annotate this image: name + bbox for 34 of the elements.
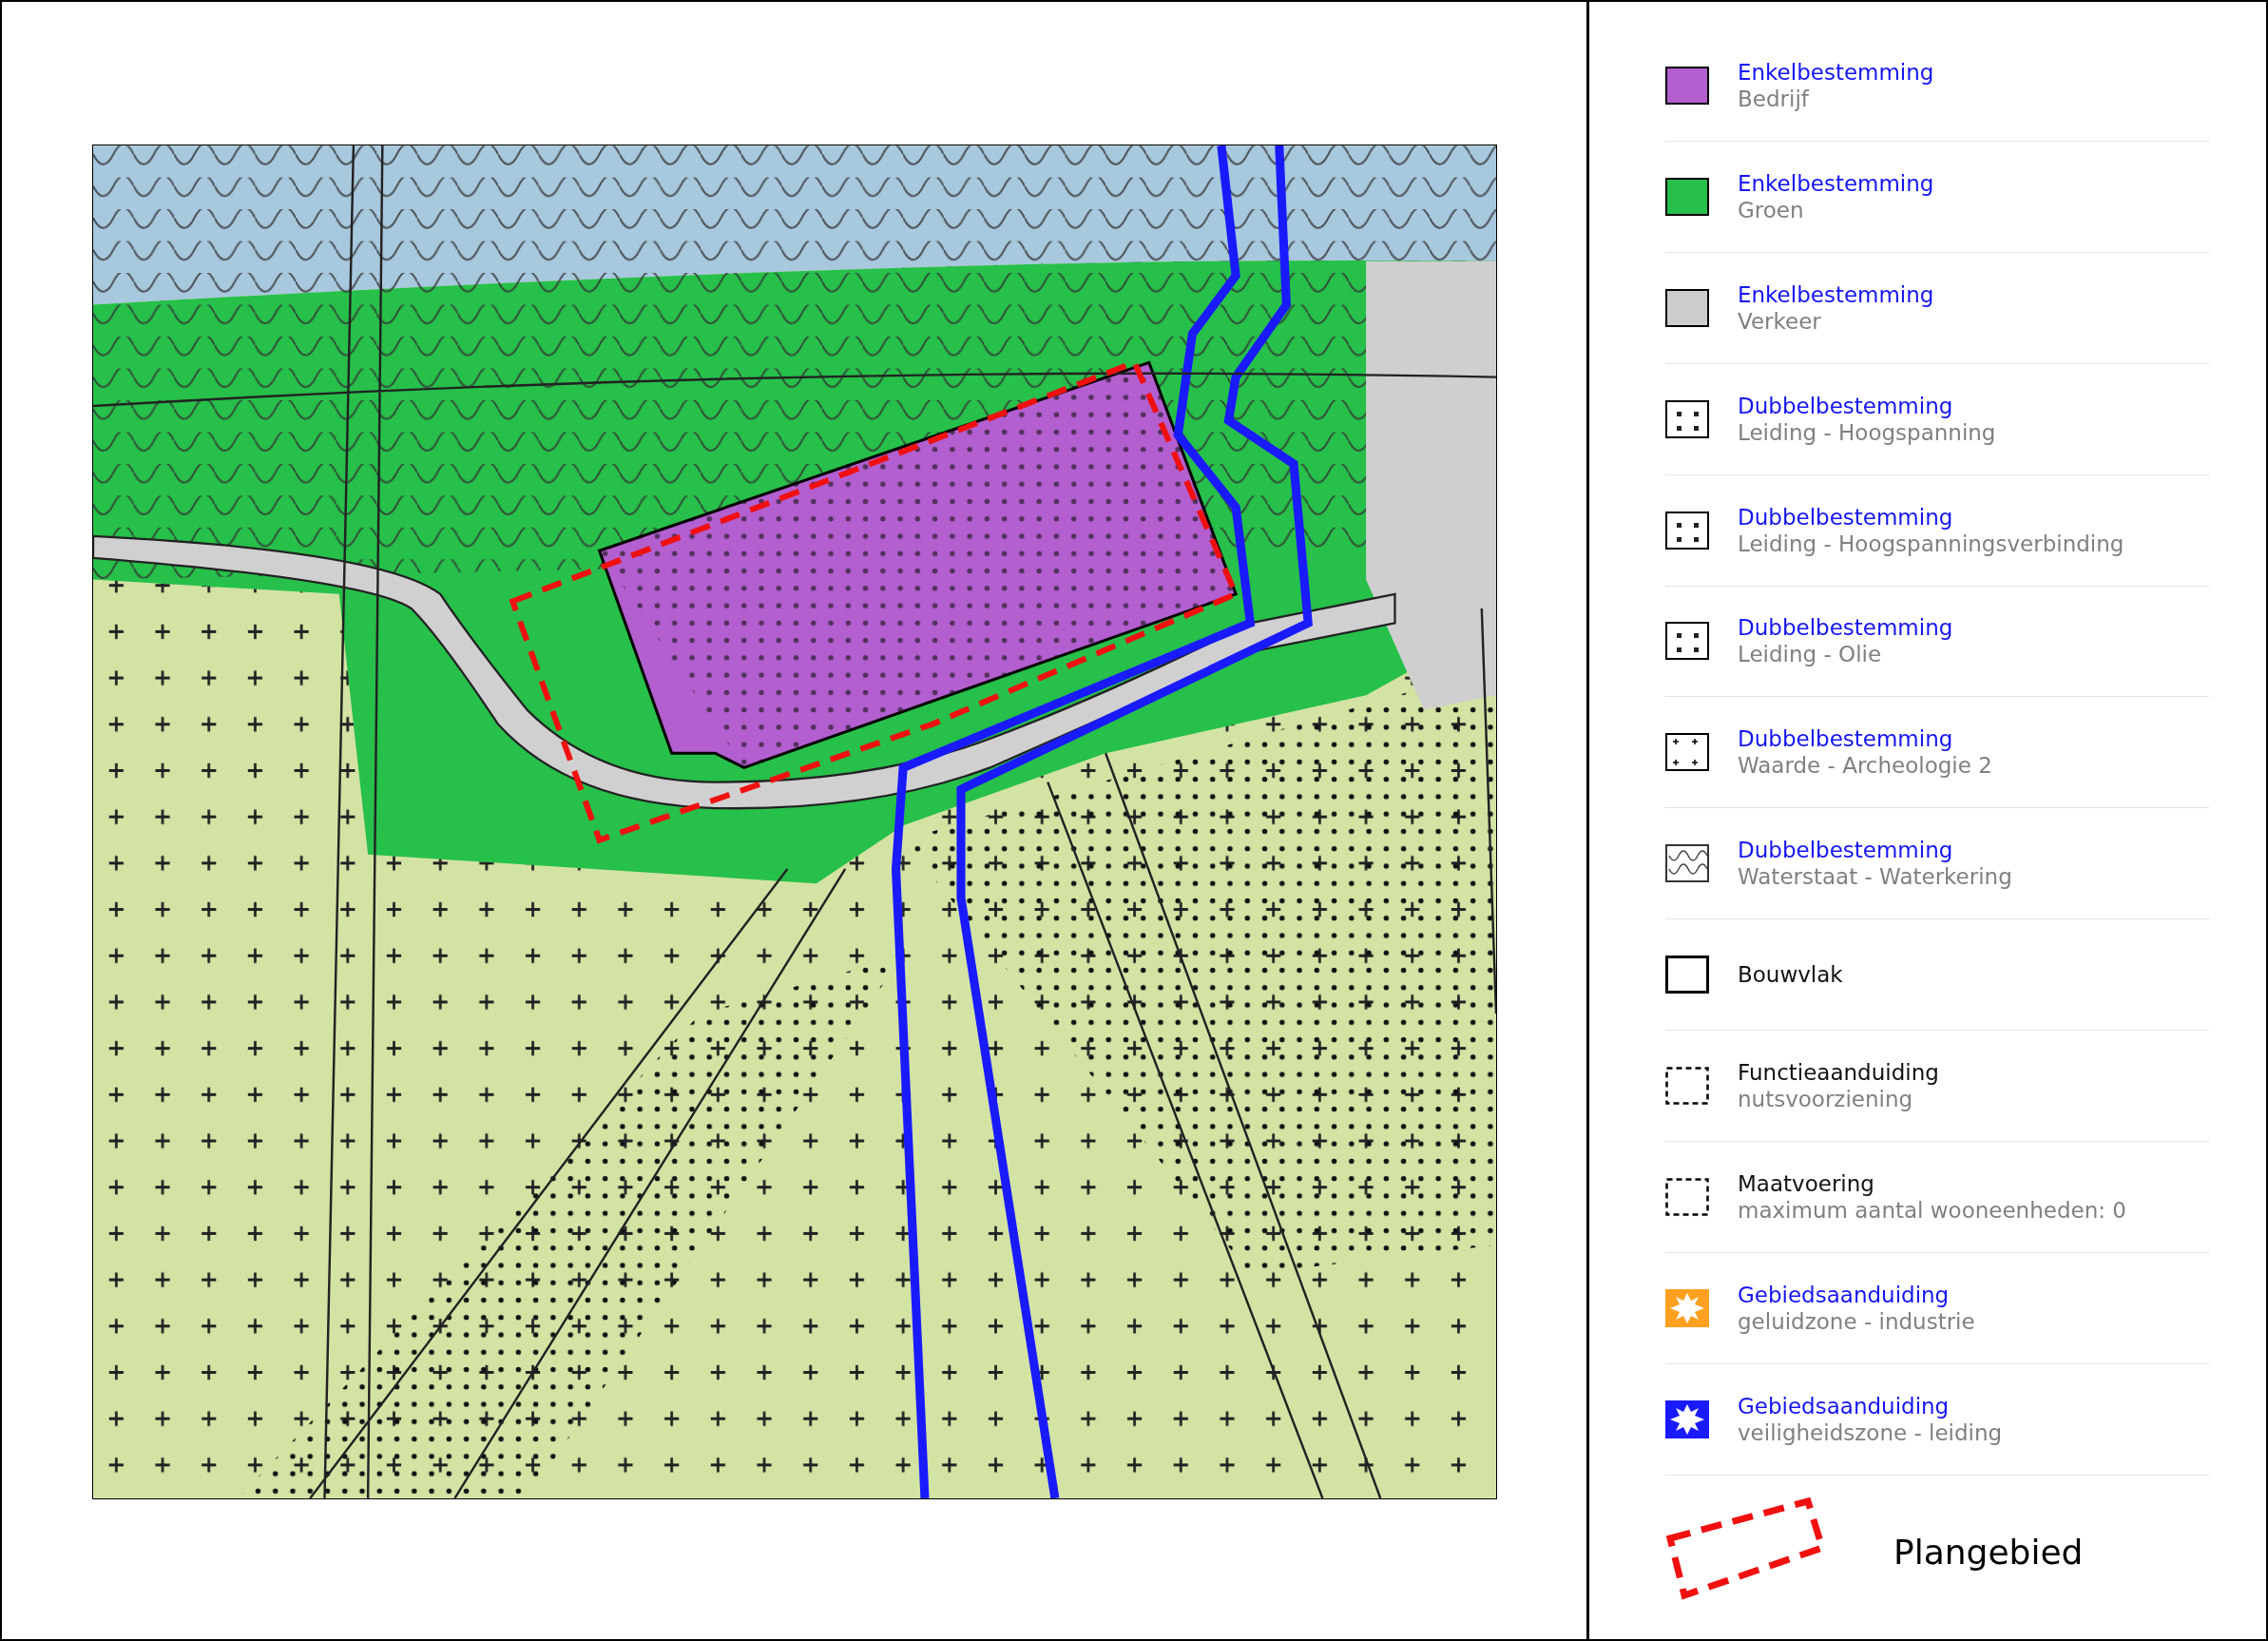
legend-subtitle: Leiding - Hoogspanningsverbinding xyxy=(1738,531,2124,556)
legend-subtitle: geluidzone - industrie xyxy=(1738,1308,1975,1334)
legend-title[interactable]: Enkelbestemming xyxy=(1738,59,1934,85)
legend-subtitle: nutsvoorziening xyxy=(1738,1087,1914,1112)
legend-title: Plangebied xyxy=(1893,1533,2084,1573)
legend-title[interactable]: Enkelbestemming xyxy=(1738,170,1934,196)
legend-title[interactable]: Dubbelbestemming xyxy=(1738,615,1953,641)
legend-subtitle: maximum aantal wooneenheden: 0 xyxy=(1738,1198,2126,1223)
legend-subtitle: Bedrijf xyxy=(1738,86,1811,111)
legend-title[interactable]: Dubbelbestemming xyxy=(1738,393,1996,418)
legend-title[interactable]: Gebiedsaanduiding xyxy=(1738,1393,2003,1419)
legend-title: Maatvoering xyxy=(1738,1171,1875,1196)
dotted-square-icon xyxy=(1665,622,1709,661)
legend-title[interactable]: Enkelbestemming xyxy=(1738,281,1934,307)
crosses-square-icon xyxy=(1665,733,1709,772)
square-outline-icon xyxy=(1665,956,1709,994)
dashed-square-icon xyxy=(1665,1178,1709,1216)
legend-subtitle: veiligheidszone - leiding xyxy=(1738,1419,2003,1445)
legend-subtitle: Waterstaat - Waterkering xyxy=(1738,864,2012,890)
legend-title[interactable]: Dubbelbestemming xyxy=(1738,726,1992,752)
legend-title: Functieaanduiding xyxy=(1738,1060,1939,1086)
legend-title[interactable]: Gebiedsaanduiding xyxy=(1738,1282,1975,1307)
legend-title[interactable]: Dubbelbestemming xyxy=(1738,838,2012,863)
legend-title: Bouwvlak xyxy=(1738,962,1843,988)
dashed-square-icon xyxy=(1665,1067,1709,1106)
legend-subtitle: Verkeer xyxy=(1738,308,1822,334)
wavy-square-icon xyxy=(1665,844,1709,883)
legend-subtitle: Waarde - Archeologie 2 xyxy=(1738,753,1992,779)
legend-title[interactable]: Dubbelbestemming xyxy=(1738,504,2124,530)
dotted-square-icon xyxy=(1665,511,1709,550)
legend-subtitle: Leiding - Olie xyxy=(1738,642,1883,667)
legend-subtitle: Groen xyxy=(1738,197,1805,222)
dotted-square-icon xyxy=(1665,399,1709,438)
legend-subtitle: Leiding - Hoogspanning xyxy=(1738,419,1996,445)
